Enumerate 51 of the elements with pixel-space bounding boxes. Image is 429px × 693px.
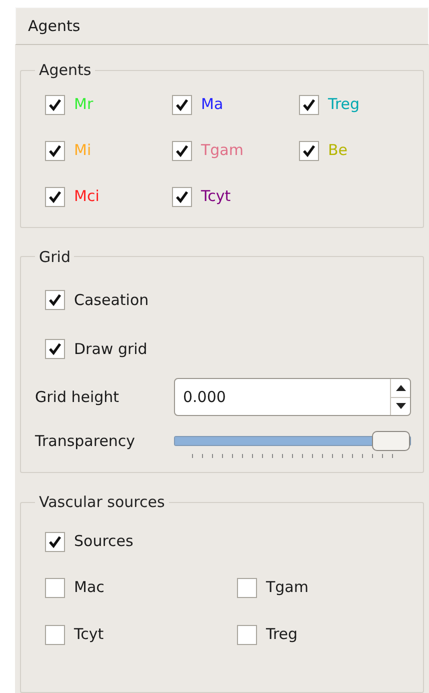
checkmark-icon xyxy=(302,98,316,112)
checkbox[interactable] xyxy=(45,624,65,644)
checkmark-icon xyxy=(48,342,62,356)
checkmark-icon xyxy=(175,98,189,112)
checkbox-label: Caseation xyxy=(74,290,149,311)
group-title: Vascular sources xyxy=(38,492,166,513)
checkbox-label: Mi xyxy=(74,140,92,162)
field-label: Grid height xyxy=(35,386,120,408)
checkmark-icon xyxy=(48,534,62,548)
checkbox-label: Ma xyxy=(201,94,224,116)
checkmark-icon xyxy=(48,293,62,307)
checkbox[interactable] xyxy=(45,94,65,114)
checkbox[interactable] xyxy=(172,140,192,160)
checkbox[interactable] xyxy=(237,578,257,598)
checkbox-label: Tcyt xyxy=(74,624,104,646)
checkbox-label: Tcyt xyxy=(201,186,231,208)
checkbox-label: Treg xyxy=(328,94,360,116)
slider-label: Transparency xyxy=(35,431,136,452)
checkbox-label: Mac xyxy=(74,577,104,598)
checkbox-label: Draw grid xyxy=(74,338,148,360)
checkbox-label: Sources xyxy=(74,531,134,552)
checkbox[interactable] xyxy=(45,532,65,552)
checkbox[interactable] xyxy=(45,186,65,206)
checkbox[interactable] xyxy=(237,624,257,644)
checkbox[interactable] xyxy=(45,290,65,310)
slider-thumb[interactable] xyxy=(372,431,410,451)
checkbox-label: Mr xyxy=(74,94,94,116)
checkbox[interactable] xyxy=(45,578,65,598)
group-title: Agents xyxy=(38,60,92,81)
checkmark-icon xyxy=(48,98,62,112)
checkmark-icon xyxy=(175,190,189,204)
spin-box[interactable]: 0.000 xyxy=(174,378,411,416)
checkmark-icon xyxy=(48,144,62,158)
checkbox[interactable] xyxy=(45,140,65,160)
checkbox-label: Tgam xyxy=(266,577,308,598)
checkbox[interactable] xyxy=(172,94,192,114)
checkmark-icon xyxy=(175,144,189,158)
panel-header: Agents xyxy=(15,7,429,45)
checkbox[interactable] xyxy=(172,186,192,206)
checkbox[interactable] xyxy=(45,339,65,359)
checkbox-label: Mci xyxy=(74,186,100,208)
group-title: Grid xyxy=(38,246,72,268)
checkbox[interactable] xyxy=(299,140,319,160)
checkmark-icon xyxy=(302,144,316,158)
checkbox-label: Be xyxy=(328,140,348,162)
checkmark-icon xyxy=(48,190,62,204)
up-arrow-icon xyxy=(396,384,406,391)
checkbox[interactable] xyxy=(299,94,319,114)
checkbox-label: Treg xyxy=(266,624,298,646)
checkbox-label: Tgam xyxy=(201,140,244,162)
down-arrow-icon xyxy=(396,403,406,410)
